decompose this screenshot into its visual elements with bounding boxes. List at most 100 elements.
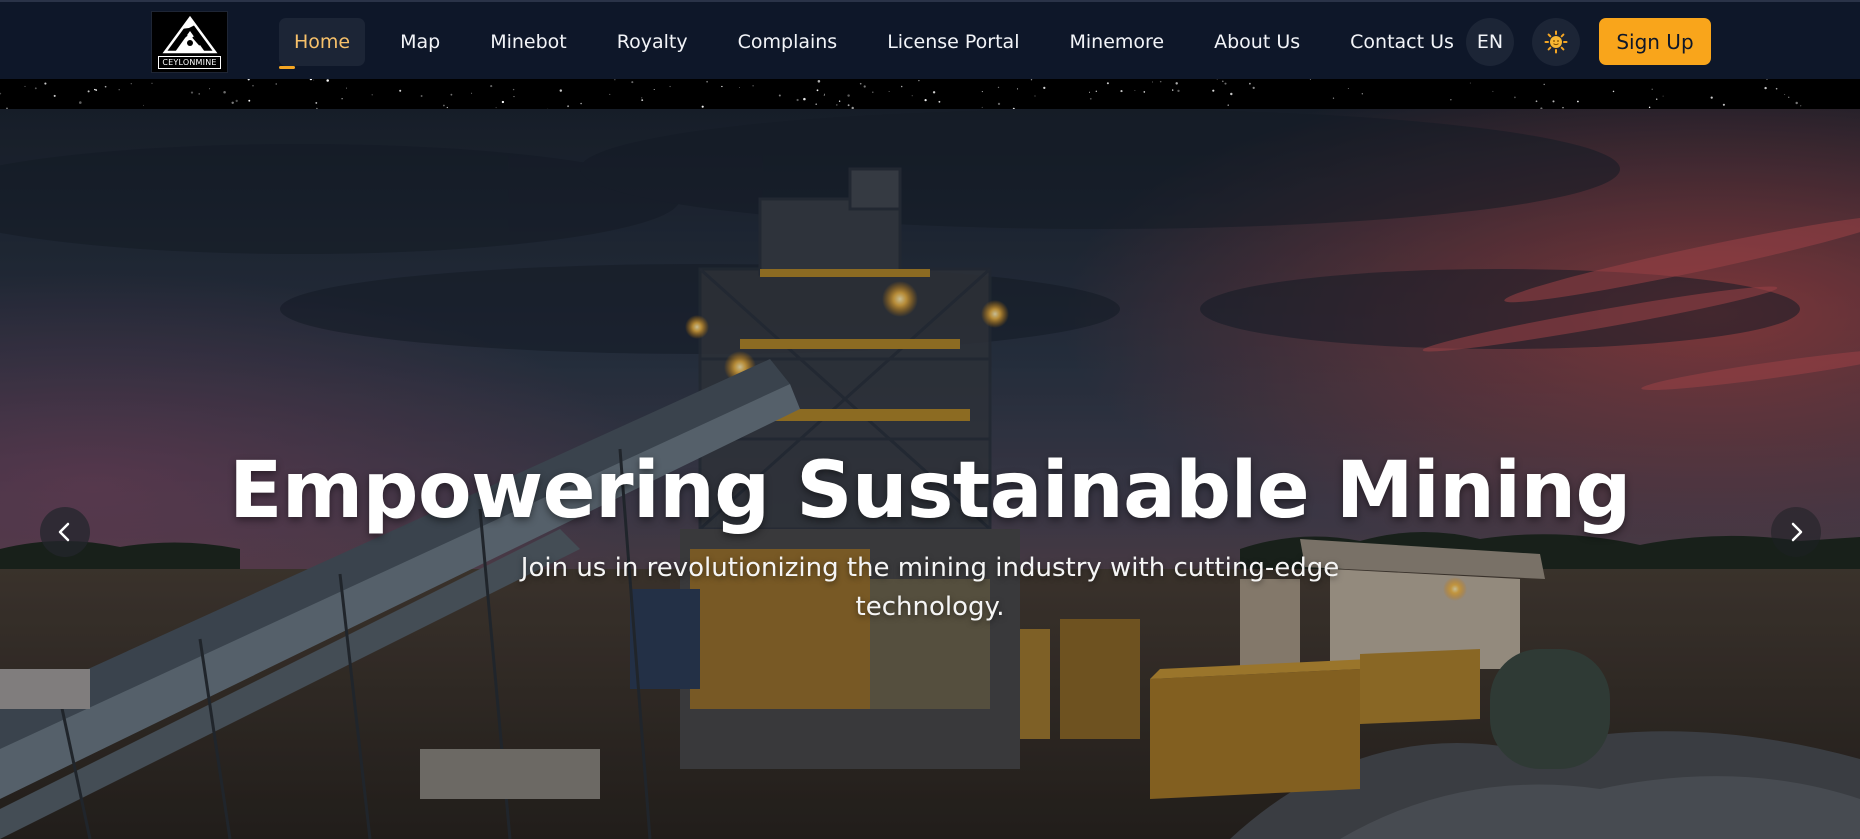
star-dot <box>315 101 318 104</box>
star-dot <box>252 84 254 87</box>
star-dot <box>580 102 582 105</box>
star-dot <box>997 102 1001 106</box>
site-logo[interactable]: CEYLONMINE <box>151 11 228 73</box>
language-toggle-button[interactable]: EN <box>1466 18 1514 66</box>
nav-link-license-portal[interactable]: License Portal <box>872 18 1034 66</box>
star-dot <box>653 89 655 90</box>
star-dot <box>95 89 98 91</box>
starfield-graphic <box>0 79 1802 109</box>
star-dot <box>1800 105 1802 107</box>
starfield-strip <box>0 79 1860 109</box>
star-dot <box>53 94 56 97</box>
star-dot <box>0 92 2 95</box>
star-dot <box>1120 90 1123 93</box>
star-dot <box>247 79 250 81</box>
star-dot <box>34 87 37 90</box>
star-dot <box>1552 100 1555 103</box>
star-dot <box>803 97 806 101</box>
star-dot <box>1788 96 1790 98</box>
star-dot <box>739 87 740 88</box>
star-dot <box>888 90 890 92</box>
star-dot <box>1143 91 1146 93</box>
star-dot <box>1309 79 1311 80</box>
star-dot <box>1249 82 1251 85</box>
star-dot <box>859 82 862 85</box>
star-dot <box>701 105 704 108</box>
star-dot <box>235 99 238 103</box>
star-dot <box>981 106 983 108</box>
star-dot <box>1361 93 1363 95</box>
star-dot <box>863 85 866 88</box>
nav-link-map[interactable]: Map <box>385 18 455 66</box>
nav-link-minebot[interactable]: Minebot <box>475 18 582 66</box>
star-dot <box>130 83 132 85</box>
star-dot <box>1252 86 1255 90</box>
star-dot <box>223 91 226 94</box>
nav-link-home[interactable]: Home <box>279 18 366 69</box>
star-dot <box>248 99 251 102</box>
nav-link-minemore[interactable]: Minemore <box>1054 18 1179 66</box>
star-dot <box>1177 89 1180 93</box>
nav-link-royalty[interactable]: Royalty <box>602 18 703 66</box>
star-dot <box>209 88 211 90</box>
star-dot <box>614 79 616 81</box>
theme-toggle-button[interactable] <box>1532 18 1580 66</box>
star-dot <box>79 101 82 104</box>
star-dot <box>24 85 26 87</box>
star-dot <box>1134 90 1136 91</box>
star-dot <box>938 100 941 103</box>
star-dot <box>1492 90 1494 92</box>
star-dot <box>1152 81 1153 83</box>
star-dot <box>1784 93 1786 95</box>
sun-icon <box>1544 30 1568 54</box>
star-dot <box>313 79 315 81</box>
star-dot <box>815 103 818 106</box>
star-dot <box>446 106 448 109</box>
star-dot <box>1332 97 1335 99</box>
star-dot <box>838 100 841 102</box>
star-dot <box>1212 89 1215 92</box>
star-dot <box>641 99 644 101</box>
star-dot <box>631 81 634 84</box>
star-dot <box>1795 101 1798 105</box>
star-dot <box>1347 88 1349 90</box>
star-dot <box>847 94 850 97</box>
star-dot <box>609 93 611 95</box>
star-dot <box>706 80 708 83</box>
star-dot <box>1230 92 1233 96</box>
carousel-next-button[interactable] <box>1771 507 1821 557</box>
star-dot <box>1034 95 1036 97</box>
chevron-left-icon <box>58 522 70 542</box>
star-dot <box>1159 80 1162 83</box>
star-dot <box>190 91 194 94</box>
star-dot <box>495 107 497 109</box>
hero-carousel: Empowering Sustainable Mining Join us in… <box>0 109 1860 839</box>
sign-up-button[interactable]: Sign Up <box>1599 18 1711 65</box>
star-dot <box>1095 90 1097 92</box>
star-dot <box>1216 79 1218 80</box>
star-dot <box>1450 99 1452 101</box>
star-dot <box>1543 83 1545 86</box>
star-dot <box>231 101 234 105</box>
nav-link-contact-us[interactable]: Contact Us <box>1335 18 1469 66</box>
star-dot <box>872 91 874 93</box>
star-dot <box>641 97 643 99</box>
star-dot <box>1043 86 1046 90</box>
star-dot <box>567 105 570 108</box>
star-dot <box>1710 96 1713 99</box>
star-dot <box>1106 82 1109 85</box>
logo-wordmark: CEYLONMINE <box>158 56 221 69</box>
star-dot <box>823 95 825 96</box>
star-dot <box>1766 79 1768 80</box>
star-dot <box>817 80 821 83</box>
star-dot <box>443 104 445 107</box>
star-dot <box>151 82 153 84</box>
nav-link-about-us[interactable]: About Us <box>1199 18 1315 66</box>
star-dot <box>1764 86 1767 90</box>
nav-link-complains[interactable]: Complains <box>723 18 853 66</box>
star-dot <box>1224 82 1227 85</box>
carousel-prev-button[interactable] <box>40 507 90 557</box>
star-dot <box>752 84 754 87</box>
star-dot <box>816 89 819 92</box>
star-dot <box>1030 79 1033 81</box>
